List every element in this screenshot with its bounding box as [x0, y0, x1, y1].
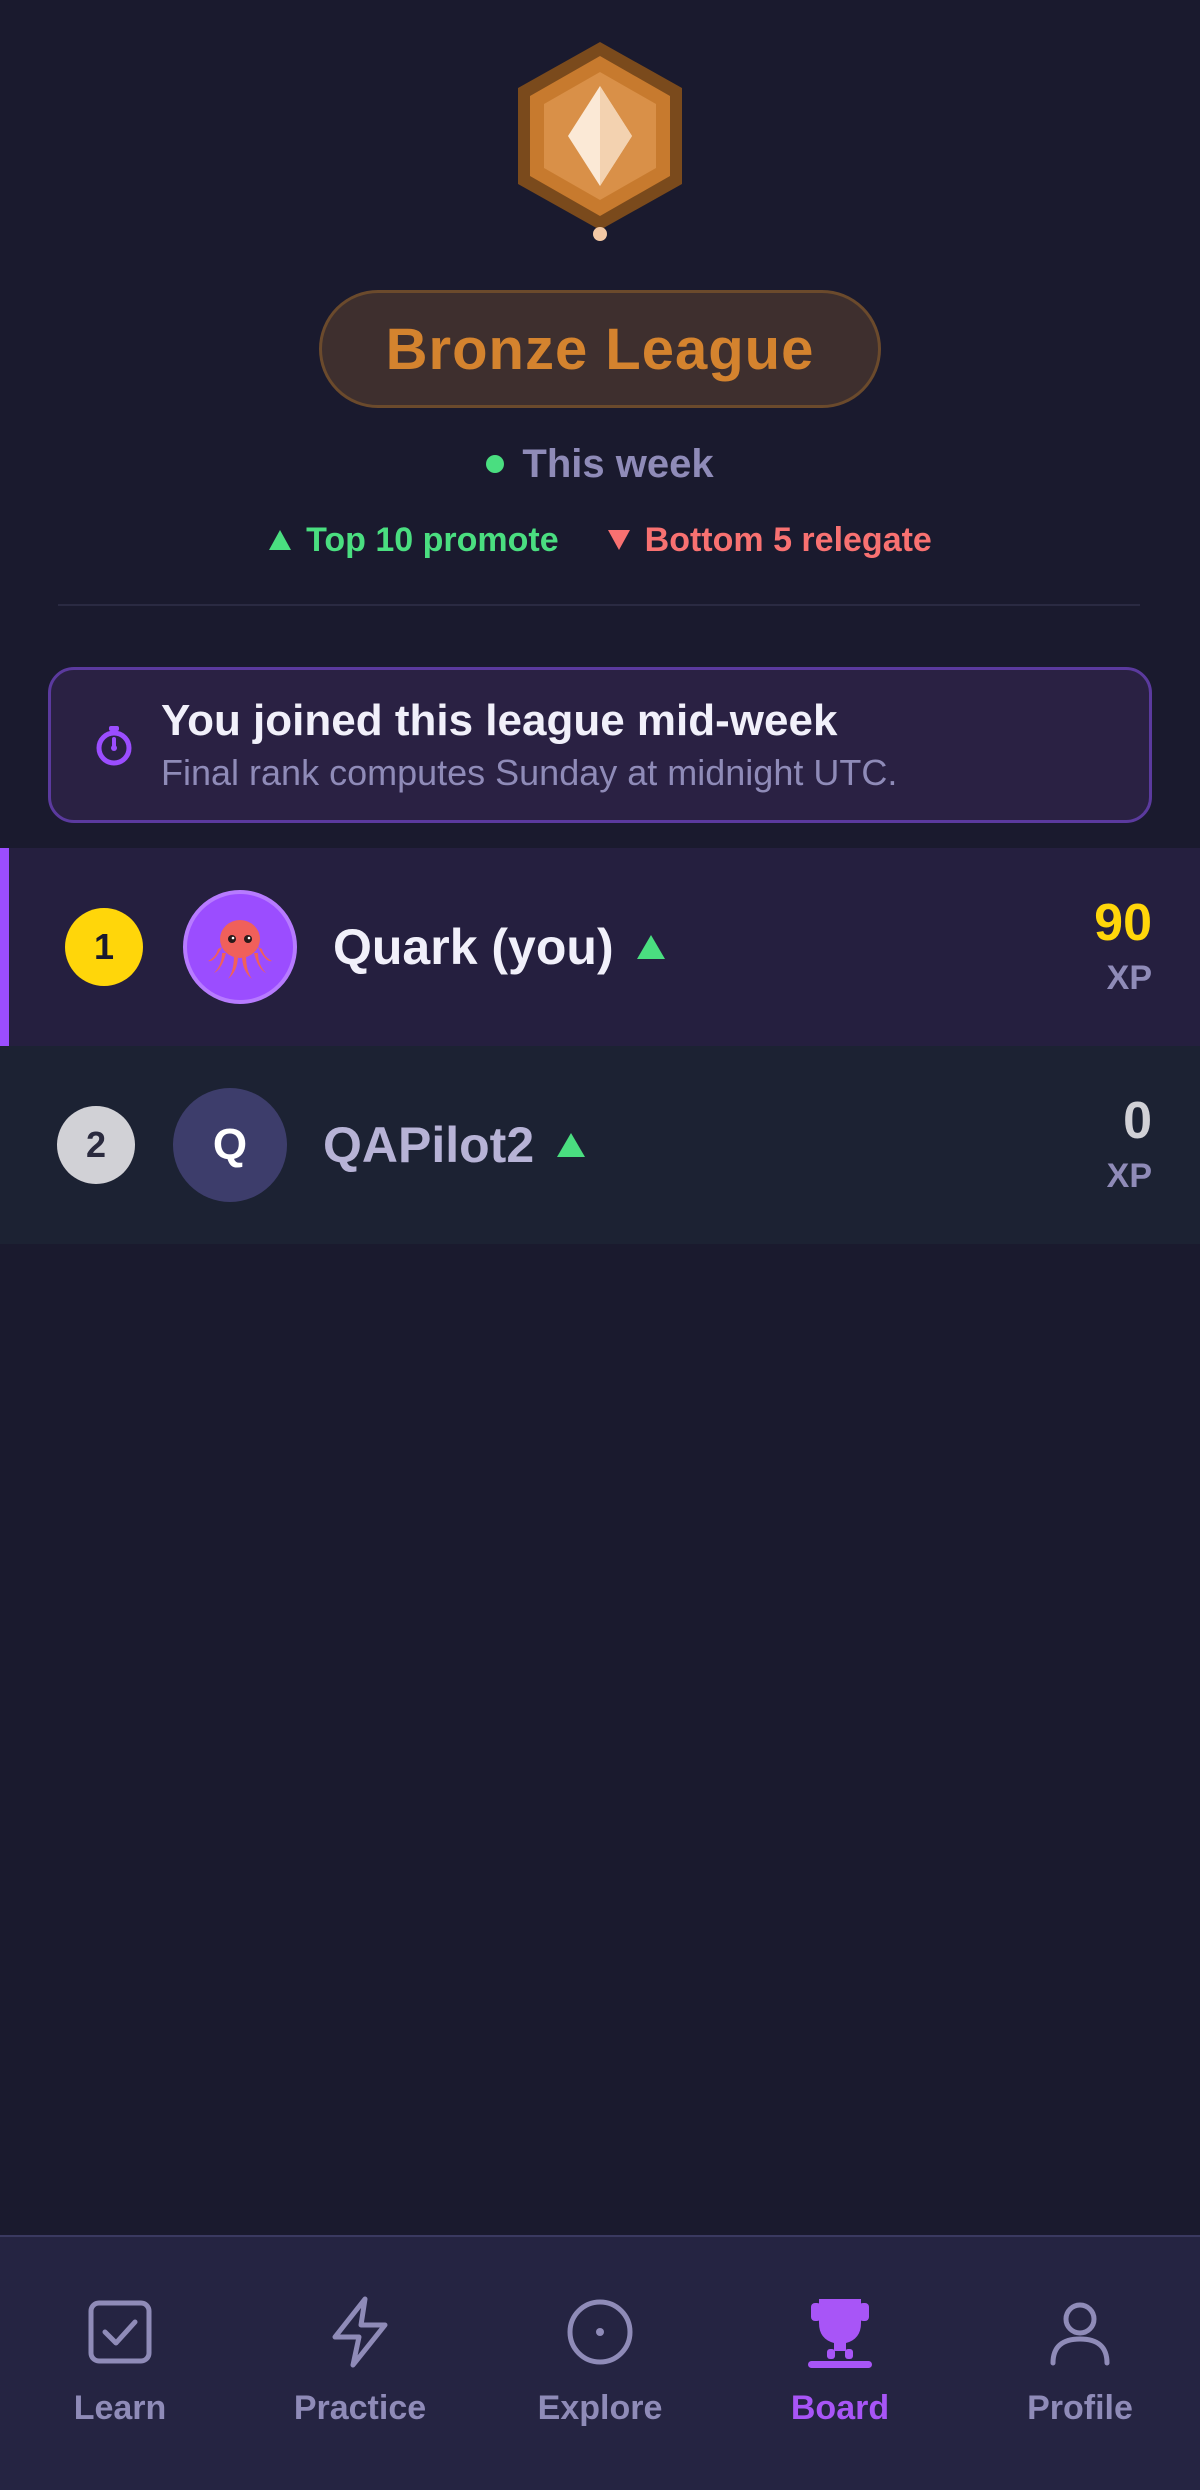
notice-text: You joined this league mid-week Final ra…: [161, 696, 897, 794]
nav-item-practice[interactable]: Practice: [240, 2237, 480, 2490]
nav-label: Learn: [73, 2389, 167, 2427]
promote-text: Top 10 promote: [306, 520, 559, 559]
nav-item-learn[interactable]: Learn: [0, 2237, 240, 2490]
active-indicator: [808, 2361, 872, 2368]
leaderboard-row[interactable]: 2 Q QAPilot2 0 XP: [0, 1046, 1200, 1244]
section-divider: [58, 604, 1140, 606]
xp-score: 90 XP: [1094, 848, 1152, 1046]
xp-unit: XP: [1106, 958, 1152, 997]
up-triangle-icon: [269, 530, 292, 550]
user-name: QAPilot2: [323, 1117, 535, 1173]
avatar[interactable]: Q: [173, 1088, 287, 1202]
stopwatch-icon: [96, 726, 132, 766]
avatar[interactable]: [183, 890, 297, 1004]
league-name-pill: Bronze League: [319, 290, 881, 408]
rank-badge: 2: [57, 1106, 135, 1184]
period-indicator: This week: [0, 434, 1200, 494]
notice-subtitle: Final rank computes Sunday at midnight U…: [161, 752, 898, 793]
live-dot-icon: [486, 455, 505, 473]
relegate-text: Bottom 5 relegate: [644, 520, 932, 559]
user-icon: [1050, 2302, 1110, 2366]
period-label: This week: [522, 441, 714, 486]
up-arrow-icon: [636, 935, 665, 959]
lightning-icon: [332, 2296, 388, 2368]
relegate-rule: Bottom 5 relegate: [607, 521, 932, 560]
rank-badge: 1: [65, 908, 143, 986]
down-triangle-icon: [607, 530, 630, 550]
league-rules: Top 10 promote Bottom 5 relegate: [0, 512, 1200, 568]
bronze-hexagon-badge-icon: [518, 42, 682, 241]
nav-item-profile[interactable]: Profile: [960, 2237, 1200, 2490]
mid-week-notice: You joined this league mid-week Final ra…: [48, 667, 1152, 823]
compass-icon: [567, 2299, 633, 2365]
trophy-icon: [811, 2299, 869, 2359]
notice-title: You joined this league mid-week: [161, 696, 838, 745]
xp-value: 90: [1094, 893, 1152, 952]
xp-unit: XP: [1106, 1156, 1152, 1195]
checkbox-icon: [88, 2300, 152, 2364]
nav-item-board[interactable]: Board: [720, 2237, 960, 2490]
nav-label: Practice: [293, 2389, 427, 2427]
user-name: Quark (you): [333, 919, 614, 975]
promote-rule: Top 10 promote: [268, 521, 559, 560]
octopus-icon: [208, 920, 272, 979]
nav-label: Explore: [537, 2389, 663, 2427]
nav-item-explore[interactable]: Explore: [480, 2237, 720, 2490]
nav-label: Profile: [1027, 2389, 1133, 2427]
league-badge: [0, 38, 1200, 248]
league-name: Bronze League: [385, 316, 815, 382]
bottom-nav: Learn Practice Explore Board Profile: [0, 2235, 1200, 2490]
xp-value: 0: [1123, 1091, 1152, 1150]
up-arrow-icon: [557, 1133, 586, 1157]
xp-score: 0 XP: [1107, 1046, 1152, 1244]
nav-label: Board: [790, 2389, 890, 2427]
leaderboard-row-current-user[interactable]: 1 Quark (you) 90 XP: [0, 848, 1200, 1046]
